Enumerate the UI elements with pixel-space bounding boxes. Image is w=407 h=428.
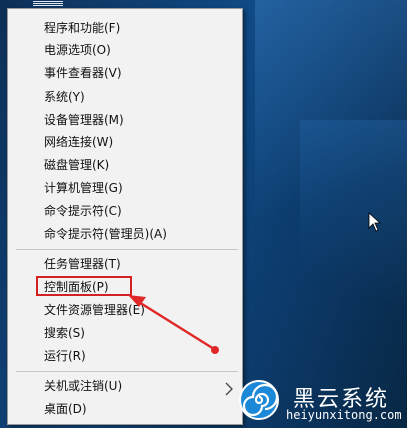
menu-item-command-prompt[interactable]: 命令提示符(C) — [44, 200, 122, 222]
menu-separator — [16, 371, 238, 372]
menu-item-command-prompt-admin[interactable]: 命令提示符(管理员)(A) — [44, 223, 167, 245]
menu-item-computer-management[interactable]: 计算机管理(G) — [44, 177, 123, 199]
menu-item-disk-management[interactable]: 磁盘管理(K) — [44, 154, 109, 176]
menu-item-search[interactable]: 搜索(S) — [44, 322, 85, 344]
winx-context-menu: 程序和功能(F) 电源选项(O) 事件查看器(V) 系统(Y) 设备管理器(M)… — [7, 8, 243, 425]
menu-item-programs-features[interactable]: 程序和功能(F) — [44, 17, 120, 39]
mouse-cursor-icon — [368, 212, 382, 232]
menu-item-desktop[interactable]: 桌面(D) — [44, 398, 87, 420]
menu-item-file-explorer[interactable]: 文件资源管理器(E) — [44, 299, 145, 321]
menu-item-task-manager[interactable]: 任务管理器(T) — [44, 253, 121, 275]
watermark-url: heiyunxitong.com — [286, 408, 402, 422]
start-button-edge[interactable] — [33, 0, 63, 8]
menu-item-event-viewer[interactable]: 事件查看器(V) — [44, 62, 122, 84]
menu-item-system[interactable]: 系统(Y) — [44, 86, 85, 108]
watermark-logo: 黑云系统 heiyunxitong.com — [236, 378, 407, 428]
menu-item-shutdown-signout[interactable]: 关机或注销(U) — [44, 375, 122, 397]
spiral-logo-icon — [239, 380, 279, 420]
menu-item-device-manager[interactable]: 设备管理器(M) — [44, 109, 124, 131]
chevron-right-icon — [225, 382, 233, 396]
menu-item-network[interactable]: 网络连接(W) — [44, 131, 113, 153]
wallpaper-light-ray — [300, 120, 407, 320]
control-panel-highlight-box — [36, 276, 132, 296]
menu-item-run[interactable]: 运行(R) — [44, 345, 86, 367]
menu-separator — [16, 249, 238, 250]
menu-item-power-options[interactable]: 电源选项(O) — [44, 39, 111, 61]
